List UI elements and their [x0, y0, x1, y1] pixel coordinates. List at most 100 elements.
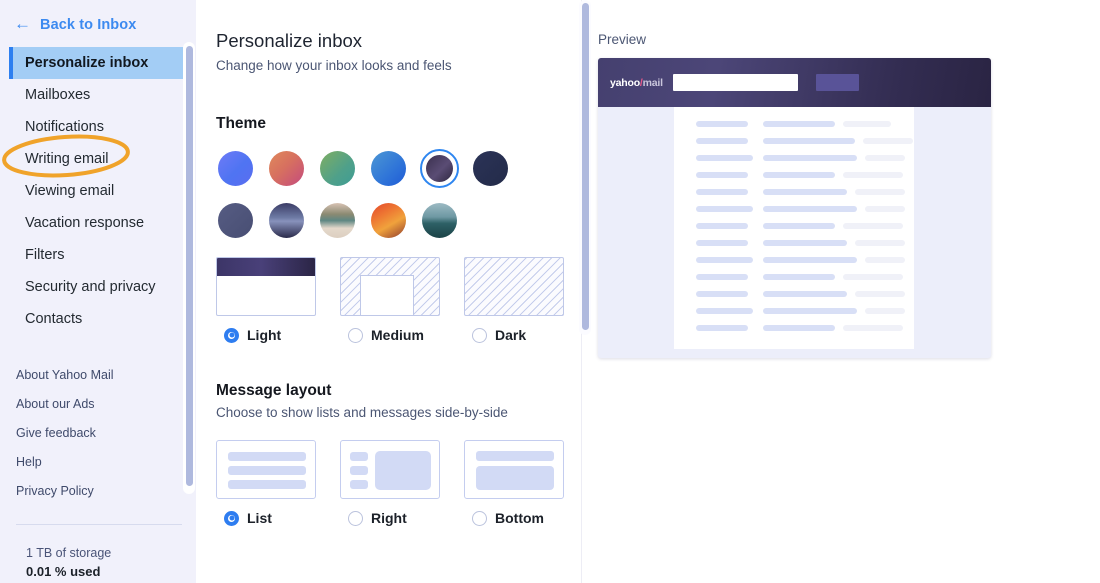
main-scrollbar[interactable] [579, 0, 591, 335]
density-option-light[interactable]: Light [216, 257, 316, 343]
radio-icon[interactable] [224, 327, 239, 343]
link-privacy-policy[interactable]: Privacy Policy [0, 477, 196, 506]
sidebar-item-vacation-response[interactable]: Vacation response [9, 207, 188, 239]
swatch-fill [320, 151, 355, 186]
preview-skeleton-row [763, 308, 857, 314]
layout-option-list[interactable]: List [216, 440, 316, 526]
preview-skeleton-row [763, 155, 857, 161]
preview-skeleton-row [763, 172, 835, 178]
density-option-dark[interactable]: Dark [464, 257, 564, 343]
link-help[interactable]: Help [0, 448, 196, 477]
preview-label: Preview [598, 32, 647, 47]
preview-skeleton-row [763, 291, 847, 297]
density-card-light[interactable] [216, 257, 316, 316]
radio-icon[interactable] [472, 510, 487, 526]
layout-radio-list[interactable]: List [216, 510, 316, 526]
theme-swatch-mountain-night-photo[interactable] [267, 201, 306, 240]
preview-skeleton-row [763, 189, 847, 195]
page-subtitle: Change how your inbox looks and feels [216, 58, 452, 73]
preview-skeleton-row [763, 206, 857, 212]
density-card-header-bar [217, 258, 315, 276]
radio-icon[interactable] [348, 510, 363, 526]
sidebar-item-label: Mailboxes [25, 87, 91, 103]
preview-skeleton-row [863, 138, 913, 144]
back-to-inbox-label: Back to Inbox [40, 16, 137, 33]
link-about-yahoo-mail[interactable]: About Yahoo Mail [0, 361, 196, 390]
swatch-fill [269, 203, 304, 238]
theme-swatch-island-sea-photo[interactable] [420, 201, 459, 240]
link-about-our-ads[interactable]: About our Ads [0, 390, 196, 419]
theme-swatch-green-teal-gradient[interactable] [318, 149, 357, 188]
preview-skeleton-row [696, 155, 753, 161]
sidebar-item-viewing-email[interactable]: Viewing email [9, 175, 188, 207]
layout-card-right[interactable] [340, 440, 440, 499]
sidebar-scrollbar[interactable] [183, 42, 195, 494]
settings-nav: Personalize inbox Mailboxes Notification… [0, 47, 196, 335]
radio-icon[interactable] [224, 510, 239, 526]
density-option-medium[interactable]: Medium [340, 257, 440, 343]
layout-row-bar [350, 466, 368, 475]
swatch-fill [371, 203, 406, 238]
density-radio-dark[interactable]: Dark [464, 327, 564, 343]
back-to-inbox-button[interactable]: ← Back to Inbox [0, 0, 196, 47]
sidebar-item-contacts[interactable]: Contacts [9, 303, 188, 335]
settings-sidebar: ← Back to Inbox Personalize inbox Mailbo… [0, 0, 196, 583]
sidebar-item-mailboxes[interactable]: Mailboxes [9, 79, 188, 111]
preview-skeleton-row [696, 240, 748, 246]
radio-icon[interactable] [472, 327, 487, 343]
preview-skeleton-row [763, 274, 835, 280]
sidebar-item-security-and-privacy[interactable]: Security and privacy [9, 271, 188, 303]
layout-radio-label: Right [371, 510, 407, 526]
sidebar-item-label: Vacation response [25, 215, 145, 231]
preview-skeleton-row [865, 257, 905, 263]
sidebar-item-label: Viewing email [25, 183, 115, 199]
theme-swatch-blue-violet-gradient[interactable] [216, 149, 255, 188]
theme-swatch-dark-violet-gradient[interactable] [420, 149, 459, 188]
layout-row-bar [228, 466, 306, 475]
theme-swatch-navy-solid[interactable] [471, 149, 510, 188]
layout-option-bottom[interactable]: Bottom [464, 440, 564, 526]
density-card-dark[interactable] [464, 257, 564, 316]
density-radio-medium[interactable]: Medium [340, 327, 440, 343]
sidebar-item-notifications[interactable]: Notifications [9, 111, 188, 143]
layout-radio-label: List [247, 510, 272, 526]
link-give-feedback[interactable]: Give feedback [0, 419, 196, 448]
density-radio-light[interactable]: Light [216, 327, 316, 343]
arrow-left-icon: ← [14, 14, 31, 33]
layout-reading-pane [476, 466, 554, 490]
sidebar-item-writing-email[interactable]: Writing email [9, 143, 188, 175]
layout-radio-bottom[interactable]: Bottom [464, 510, 564, 526]
sidebar-scrollbar-thumb[interactable] [185, 46, 193, 486]
message-layout-subtitle: Choose to show lists and messages side-b… [216, 405, 508, 420]
layout-card-list[interactable] [216, 440, 316, 499]
sidebar-footer-links: About Yahoo Mail About our Ads Give feed… [0, 361, 196, 506]
layout-radio-right[interactable]: Right [340, 510, 440, 526]
preview-body [598, 107, 991, 358]
theme-swatch-sunset-pink-gradient[interactable] [267, 149, 306, 188]
main-scrollbar-thumb[interactable] [581, 3, 589, 330]
layout-card-bottom[interactable] [464, 440, 564, 499]
theme-swatch-ocean-blue-gradient[interactable] [369, 149, 408, 188]
preview-search-box [672, 74, 798, 91]
preview-skeleton-row [855, 189, 905, 195]
theme-swatch-orange-sunset-photo[interactable] [369, 201, 408, 240]
swatch-fill [218, 151, 253, 186]
sidebar-item-filters[interactable]: Filters [9, 239, 188, 271]
preview-skeleton-row [696, 189, 748, 195]
density-card-medium[interactable] [340, 257, 440, 316]
theme-swatch-slate-purple-solid[interactable] [216, 201, 255, 240]
preview-skeleton-row [696, 291, 748, 297]
sidebar-item-label: Security and privacy [25, 279, 156, 295]
layout-radio-label: Bottom [495, 510, 544, 526]
sidebar-item-label: Contacts [25, 311, 83, 327]
layout-row-bar [476, 451, 554, 461]
sidebar-item-personalize-inbox[interactable]: Personalize inbox [9, 47, 188, 79]
theme-swatch-desert-camper-photo[interactable] [318, 201, 357, 240]
preview-skeleton-row [696, 223, 748, 229]
radio-icon[interactable] [348, 327, 363, 343]
storage-total-label: 1 TB of storage [26, 546, 112, 560]
layout-option-right[interactable]: Right [340, 440, 440, 526]
preview-panel: Preview yahoo/mail [582, 0, 1100, 583]
preview-skeleton-row [763, 223, 835, 229]
preview-skeleton-row [843, 121, 891, 127]
